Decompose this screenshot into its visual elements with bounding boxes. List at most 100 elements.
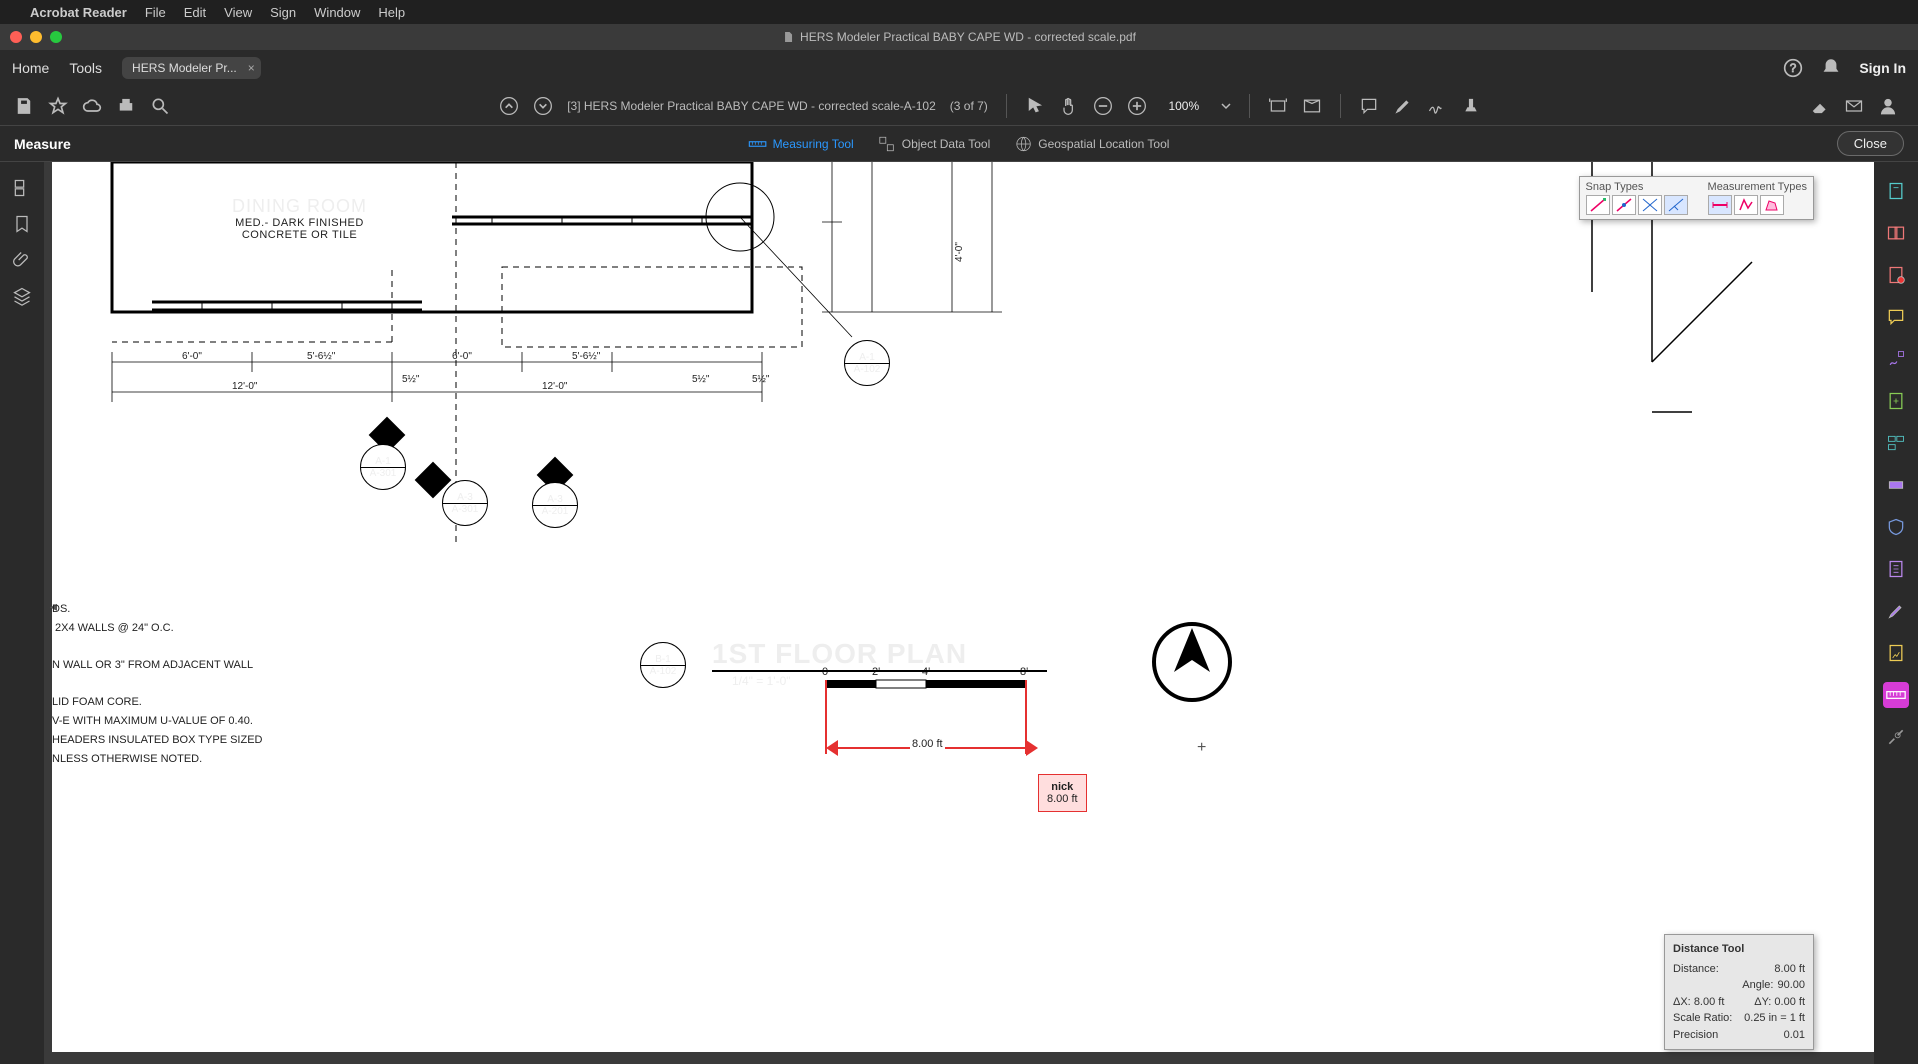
hand-icon[interactable] bbox=[1059, 96, 1079, 116]
snap-perp-btn[interactable] bbox=[1664, 195, 1688, 215]
signature-icon[interactable] bbox=[1427, 96, 1447, 116]
zoom-out-icon[interactable] bbox=[1093, 96, 1113, 116]
eraser-icon[interactable] bbox=[1810, 96, 1830, 116]
measure-label: Measure bbox=[14, 136, 71, 152]
callout-a3-a301: A-3A-301 bbox=[442, 480, 488, 526]
tab-tools[interactable]: Tools bbox=[69, 60, 102, 76]
bookmark-icon[interactable] bbox=[12, 214, 32, 234]
room-label: DINING ROOM MED.- DARK FINISHED CONCRETE… bbox=[232, 196, 367, 241]
read-mode-icon[interactable] bbox=[1302, 96, 1322, 116]
stamp-icon[interactable] bbox=[1461, 96, 1481, 116]
meas-distance-btn[interactable] bbox=[1708, 195, 1732, 215]
menu-file[interactable]: File bbox=[145, 5, 166, 20]
menu-sign[interactable]: Sign bbox=[270, 5, 296, 20]
print-icon[interactable] bbox=[116, 96, 136, 116]
fit-width-icon[interactable] bbox=[1268, 96, 1288, 116]
organize-icon[interactable] bbox=[1883, 430, 1909, 456]
window-maximize[interactable] bbox=[50, 31, 62, 43]
north-arrow-icon bbox=[1152, 622, 1232, 702]
measuring-tool-btn[interactable]: Measuring Tool bbox=[749, 135, 854, 153]
snap-midpoint-btn[interactable] bbox=[1612, 195, 1636, 215]
measure-tool-icon[interactable] bbox=[1883, 682, 1909, 708]
protect-icon[interactable] bbox=[1883, 514, 1909, 540]
window-close[interactable] bbox=[10, 31, 22, 43]
menu-window[interactable]: Window bbox=[314, 5, 360, 20]
svg-text:5½": 5½" bbox=[402, 374, 420, 385]
layers-icon[interactable] bbox=[12, 286, 32, 306]
geospatial-tool-btn[interactable]: Geospatial Location Tool bbox=[1014, 135, 1169, 153]
distance-tool-panel[interactable]: Distance Tool Distance:8.00 ft Angle:90.… bbox=[1664, 934, 1814, 1050]
sign-tool-icon[interactable] bbox=[1883, 598, 1909, 624]
sign-in-button[interactable]: Sign In bbox=[1859, 60, 1906, 76]
zoom-in-icon[interactable] bbox=[1127, 96, 1147, 116]
combine-icon[interactable] bbox=[1883, 220, 1909, 246]
redact-icon[interactable] bbox=[1883, 472, 1909, 498]
object-data-tool-btn[interactable]: Object Data Tool bbox=[878, 135, 991, 153]
page-indicator-field[interactable]: [3] HERS Modeler Practical BABY CAPE WD … bbox=[567, 99, 936, 113]
toolbar-divider bbox=[1006, 94, 1007, 118]
menu-view[interactable]: View bbox=[224, 5, 252, 20]
meas-area-btn[interactable] bbox=[1760, 195, 1784, 215]
meas-perimeter-btn[interactable] bbox=[1734, 195, 1758, 215]
close-measure-button[interactable]: Close bbox=[1837, 131, 1904, 156]
callout-a3-a201: A-3A-201 bbox=[532, 482, 578, 528]
comment-icon[interactable] bbox=[1359, 96, 1379, 116]
callout-b1-a102: B-1A-102 bbox=[640, 642, 686, 688]
document-tab[interactable]: HERS Modeler Pr... × bbox=[122, 57, 261, 79]
thumbnails-icon[interactable] bbox=[12, 178, 32, 198]
document-canvas[interactable]: ◂ bbox=[44, 162, 1874, 1064]
search-icon[interactable] bbox=[150, 96, 170, 116]
measurement-label: 8.00 ft bbox=[910, 738, 945, 750]
svg-text:12'-0": 12'-0" bbox=[232, 381, 258, 392]
document-title: HERS Modeler Practical BABY CAPE WD - co… bbox=[782, 30, 1136, 44]
snap-endpoint-btn[interactable] bbox=[1586, 195, 1610, 215]
save-icon[interactable] bbox=[14, 96, 34, 116]
plan-title: 1ST FLOOR PLAN bbox=[712, 638, 1047, 672]
export-icon[interactable] bbox=[1883, 388, 1909, 414]
app-name[interactable]: Acrobat Reader bbox=[30, 5, 127, 20]
tab-home[interactable]: Home bbox=[12, 60, 49, 76]
comment-tool-icon[interactable] bbox=[1883, 304, 1909, 330]
profile-icon[interactable] bbox=[1878, 96, 1898, 116]
zoom-level[interactable]: 100% bbox=[1161, 99, 1207, 113]
more-tools-icon[interactable] bbox=[1883, 724, 1909, 750]
compress-icon[interactable] bbox=[1883, 556, 1909, 582]
pointer-icon[interactable] bbox=[1025, 96, 1045, 116]
mac-menubar: Acrobat Reader File Edit View Sign Windo… bbox=[0, 0, 1918, 24]
window-minimize[interactable] bbox=[30, 31, 42, 43]
tabs-row: Home Tools HERS Modeler Pr... × ? Sign I… bbox=[0, 50, 1918, 86]
snap-types-label: Snap Types bbox=[1586, 181, 1688, 193]
help-icon[interactable]: ? bbox=[1783, 58, 1803, 78]
envelope-icon[interactable] bbox=[1844, 96, 1864, 116]
bell-icon[interactable] bbox=[1821, 58, 1841, 78]
svg-text:6'-0": 6'-0" bbox=[182, 351, 202, 362]
attachment-icon[interactable] bbox=[12, 250, 32, 270]
snap-intersection-btn[interactable] bbox=[1638, 195, 1662, 215]
menu-help[interactable]: Help bbox=[378, 5, 405, 20]
cloud-icon[interactable] bbox=[82, 96, 102, 116]
svg-text:12'-0": 12'-0" bbox=[542, 381, 568, 392]
snap-types-panel[interactable]: Snap Types Measurement Types bbox=[1579, 176, 1814, 220]
star-icon[interactable] bbox=[48, 96, 68, 116]
create-pdf-icon[interactable] bbox=[1883, 178, 1909, 204]
svg-text:5'-6½": 5'-6½" bbox=[307, 351, 336, 362]
page-down-icon[interactable] bbox=[533, 96, 553, 116]
toolbar-divider-3 bbox=[1340, 94, 1341, 118]
fill-sign-icon[interactable] bbox=[1883, 346, 1909, 372]
callout-a1-a102: A-1A-102 bbox=[844, 340, 890, 386]
measure-toolbar: Measure Measuring Tool Object Data Tool … bbox=[0, 126, 1918, 162]
svg-text:6'-0": 6'-0" bbox=[452, 351, 472, 362]
convert-icon[interactable] bbox=[1883, 640, 1909, 666]
svg-text:5½": 5½" bbox=[752, 374, 770, 385]
measurement-popup[interactable]: nick 8.00 ft bbox=[1038, 774, 1087, 812]
zoom-dropdown-icon[interactable] bbox=[1221, 96, 1231, 116]
measurement-arrow-left bbox=[826, 740, 838, 756]
document-tab-label: HERS Modeler Pr... bbox=[132, 61, 237, 75]
highlight-icon[interactable] bbox=[1393, 96, 1413, 116]
edit-pdf-icon[interactable] bbox=[1883, 262, 1909, 288]
menu-edit[interactable]: Edit bbox=[184, 5, 206, 20]
close-tab-icon[interactable]: × bbox=[248, 61, 255, 75]
drawing-svg: 6'-0" 5'-6½" 6'-0" 5'-6½" 12'-0" 12'-0" … bbox=[52, 162, 1874, 1052]
page-up-icon[interactable] bbox=[499, 96, 519, 116]
svg-text:?: ? bbox=[1790, 62, 1797, 75]
